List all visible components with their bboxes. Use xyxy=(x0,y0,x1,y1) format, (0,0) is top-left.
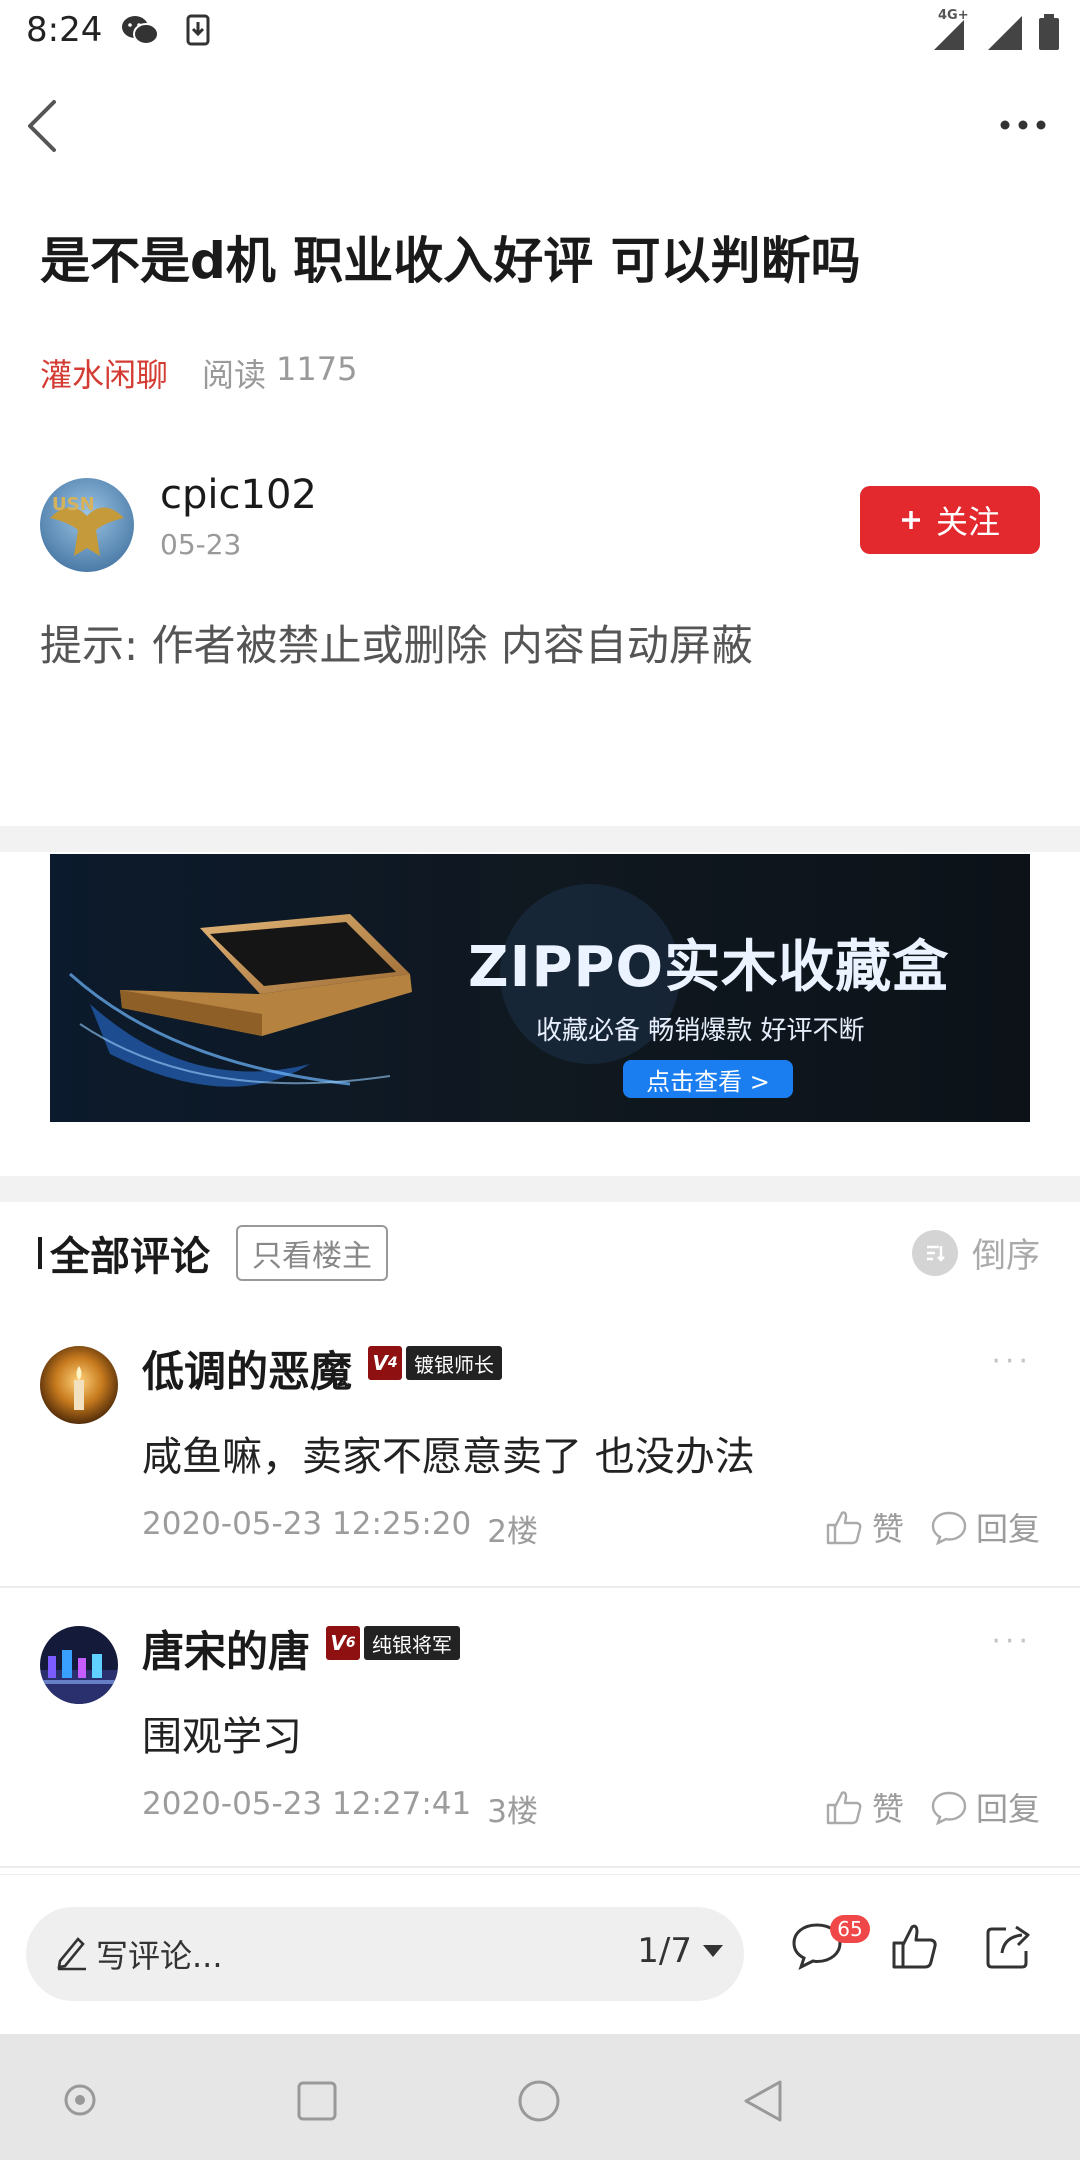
status-time: 8:24 xyxy=(26,10,103,50)
content-blocked-notice: 提示: 作者被禁止或删除 内容自动屏蔽 xyxy=(40,621,753,670)
ad-subtitle: 收藏必备 畅销爆款 好评不断 xyxy=(536,1016,865,1046)
thumbs-up-icon xyxy=(826,1511,862,1545)
rank-badge: 镀银师长 xyxy=(406,1346,502,1380)
plus-icon xyxy=(901,511,920,529)
title-marker xyxy=(38,1237,42,1269)
pencil-icon xyxy=(57,1937,86,1971)
write-comment-placeholder: 写评论... xyxy=(96,1937,223,1975)
usn-eagle-avatar-image: USN xyxy=(40,478,134,572)
commenter-name[interactable]: 唐宋的唐 xyxy=(142,1618,310,1679)
op-only-filter-button[interactable]: 只看楼主 xyxy=(236,1225,388,1281)
author-avatar[interactable]: USN xyxy=(40,478,134,572)
comments-header: 全部评论 只看楼主 xyxy=(38,1224,388,1282)
commenter-avatar[interactable] xyxy=(40,1346,118,1424)
like-button[interactable]: 赞 xyxy=(824,1504,904,1550)
page-selector[interactable]: 1/7 xyxy=(637,1931,724,1971)
rank-badge: 纯银将军 xyxy=(364,1626,460,1660)
comment-more-icon[interactable]: ··· xyxy=(991,1344,1032,1379)
caret-down-icon xyxy=(703,1945,723,1957)
comment-bubble-icon xyxy=(931,1791,967,1825)
comments-title: 全部评论 xyxy=(38,1224,210,1282)
status-bar: 8:24 4G+ xyxy=(0,0,1080,64)
follow-label: 关注 xyxy=(935,503,1000,541)
comment-bubble-icon xyxy=(931,1511,967,1545)
recent-apps-icon[interactable] xyxy=(296,2080,338,2122)
home-icon[interactable] xyxy=(516,2078,562,2124)
more-icon[interactable] xyxy=(994,110,1054,140)
battery-icon xyxy=(1039,14,1059,50)
comment-time: 2020-05-23 12:25:20 xyxy=(142,1506,472,1542)
forum-tag[interactable]: 灌水闲聊 xyxy=(40,350,168,396)
comment-body: 咸鱼嘛，卖家不愿意卖了 也没办法 xyxy=(142,1434,755,1480)
comment-body: 围观学习 xyxy=(142,1714,302,1760)
ad-title: ZIPPO实木收藏盒 xyxy=(468,935,950,1000)
reply-button[interactable]: 回复 xyxy=(930,1504,1040,1550)
level-badge: V4 xyxy=(368,1346,402,1380)
wechat-icon xyxy=(122,16,159,45)
comment-count-badge: 65 xyxy=(830,1915,870,1943)
reply-button[interactable]: 回复 xyxy=(930,1784,1040,1830)
system-navigation-bar xyxy=(0,2034,1080,2160)
signal-icon xyxy=(934,20,964,50)
svg-text:USN: USN xyxy=(52,494,95,515)
bottom-action-bar: 写评论... 1/7 65 xyxy=(0,1874,1080,2034)
comment-time: 2020-05-23 12:27:41 xyxy=(142,1786,472,1822)
like-button[interactable]: 赞 xyxy=(824,1784,904,1830)
level-badge: V6 xyxy=(326,1626,360,1660)
comment-divider xyxy=(0,1866,1080,1868)
ad-cta-button[interactable]: 点击查看 > xyxy=(623,1060,793,1098)
back-icon[interactable] xyxy=(22,96,62,156)
sort-label: 倒序 xyxy=(972,1236,1040,1276)
section-divider xyxy=(0,1176,1080,1202)
post-title: 是不是d机 职业收入好评 可以判断吗 xyxy=(40,232,861,290)
post-date: 05-23 xyxy=(160,528,242,561)
write-comment-input[interactable]: 写评论... 1/7 xyxy=(26,1907,744,2001)
candle-avatar-image xyxy=(40,1346,118,1424)
read-count: 阅读 1175 xyxy=(202,350,358,394)
commenter-avatar[interactable] xyxy=(40,1626,118,1704)
sort-toggle[interactable]: 倒序 xyxy=(912,1228,1040,1277)
assistant-icon[interactable] xyxy=(62,2082,98,2118)
download-icon xyxy=(186,14,210,46)
comment-more-icon[interactable]: ··· xyxy=(991,1624,1032,1659)
page-indicator: 1/7 xyxy=(637,1931,692,1971)
follow-button[interactable]: 关注 xyxy=(860,486,1040,554)
comment-floor: 2楼 xyxy=(487,1514,538,1550)
comment-meta: 2020-05-23 12:27:41 3楼 xyxy=(142,1786,538,1831)
back-nav-icon[interactable] xyxy=(740,2078,784,2124)
thumbs-up-icon[interactable] xyxy=(890,1921,940,1971)
author-name[interactable]: cpic102 xyxy=(160,472,317,518)
comment-divider xyxy=(0,1586,1080,1588)
post-meta: 灌水闲聊 阅读 1175 xyxy=(40,350,357,396)
comment-floor: 3楼 xyxy=(487,1794,538,1830)
commenter-name[interactable]: 低调的恶魔 xyxy=(142,1338,352,1399)
share-icon[interactable] xyxy=(984,1921,1034,1971)
sort-icon xyxy=(912,1229,958,1276)
section-divider xyxy=(0,826,1080,852)
thumbs-up-icon xyxy=(826,1791,862,1825)
signal-icon xyxy=(988,16,1022,50)
city-night-avatar-image xyxy=(40,1626,118,1704)
ad-banner[interactable]: ZIPPO实木收藏盒 收藏必备 畅销爆款 好评不断 点击查看 > xyxy=(50,854,1030,1122)
comment-meta: 2020-05-23 12:25:20 2楼 xyxy=(142,1506,538,1551)
